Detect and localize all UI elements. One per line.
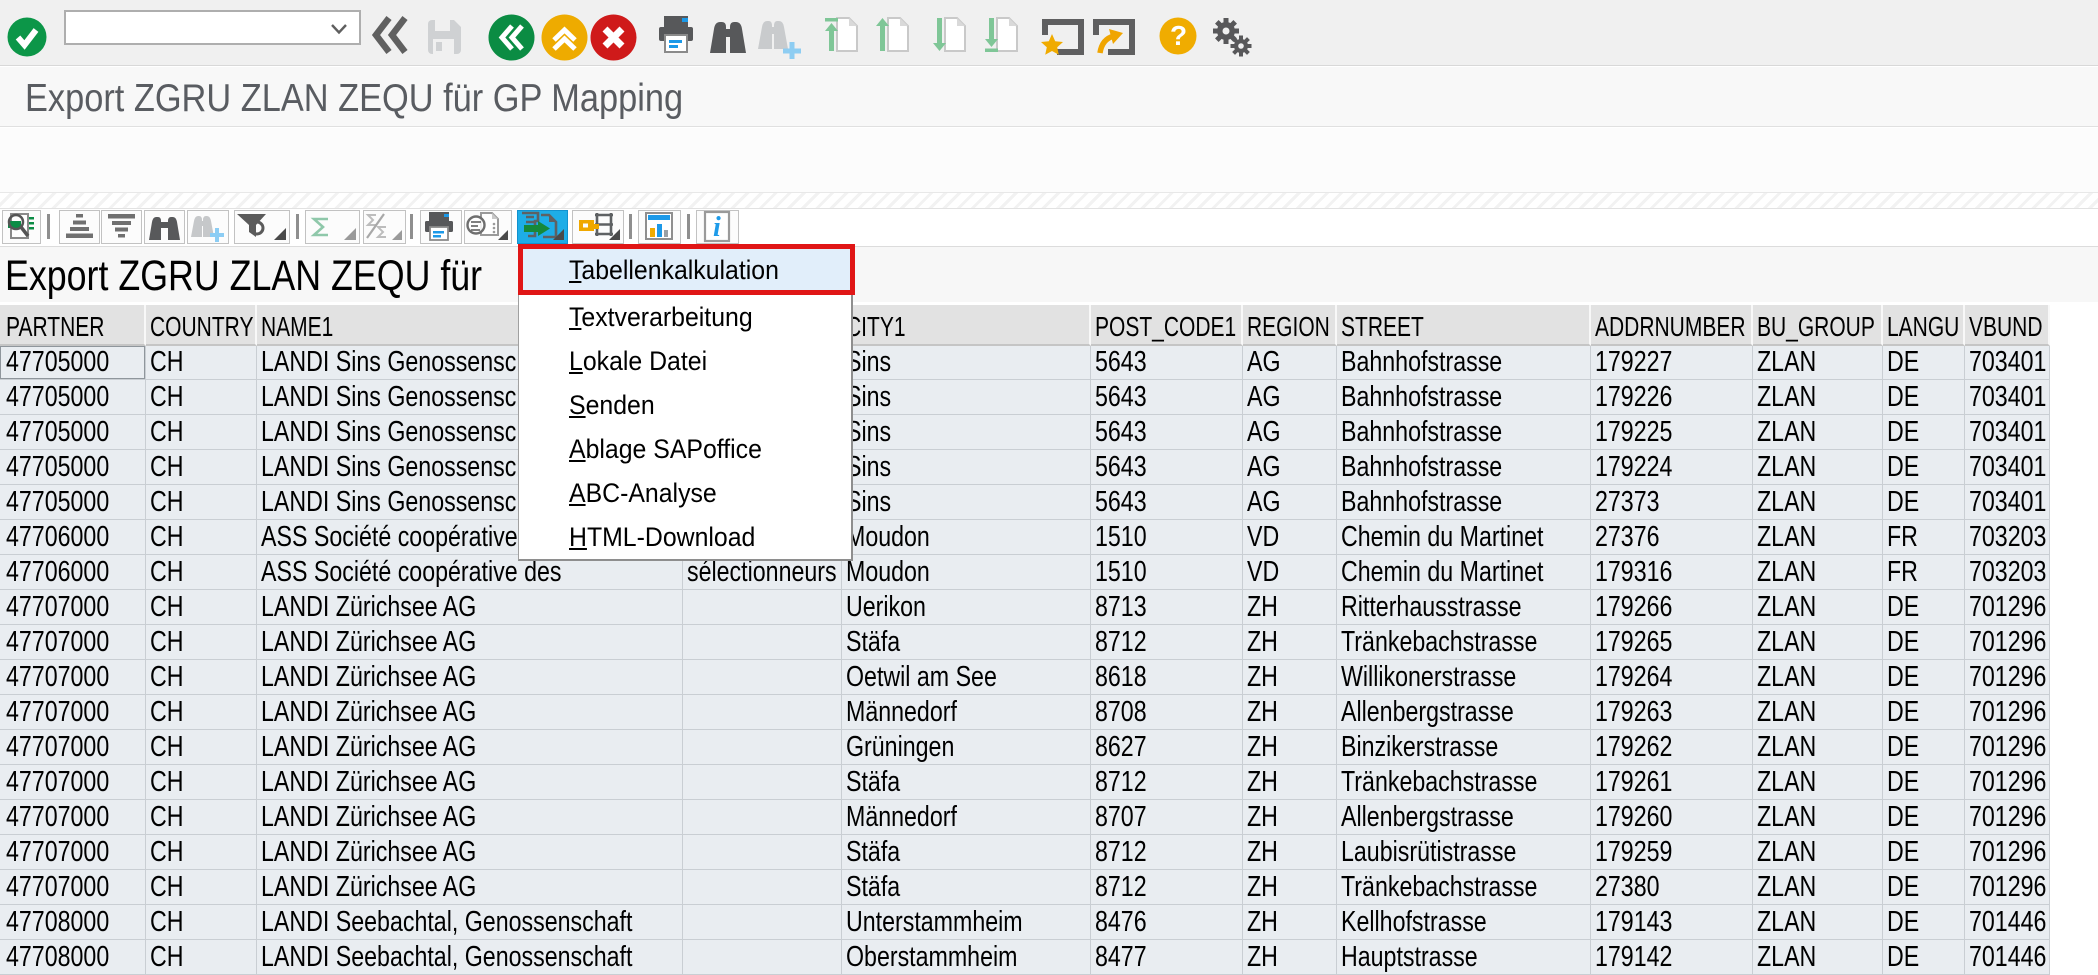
svg-text:?: ? <box>1170 20 1187 51</box>
svg-text:i: i <box>713 212 721 243</box>
